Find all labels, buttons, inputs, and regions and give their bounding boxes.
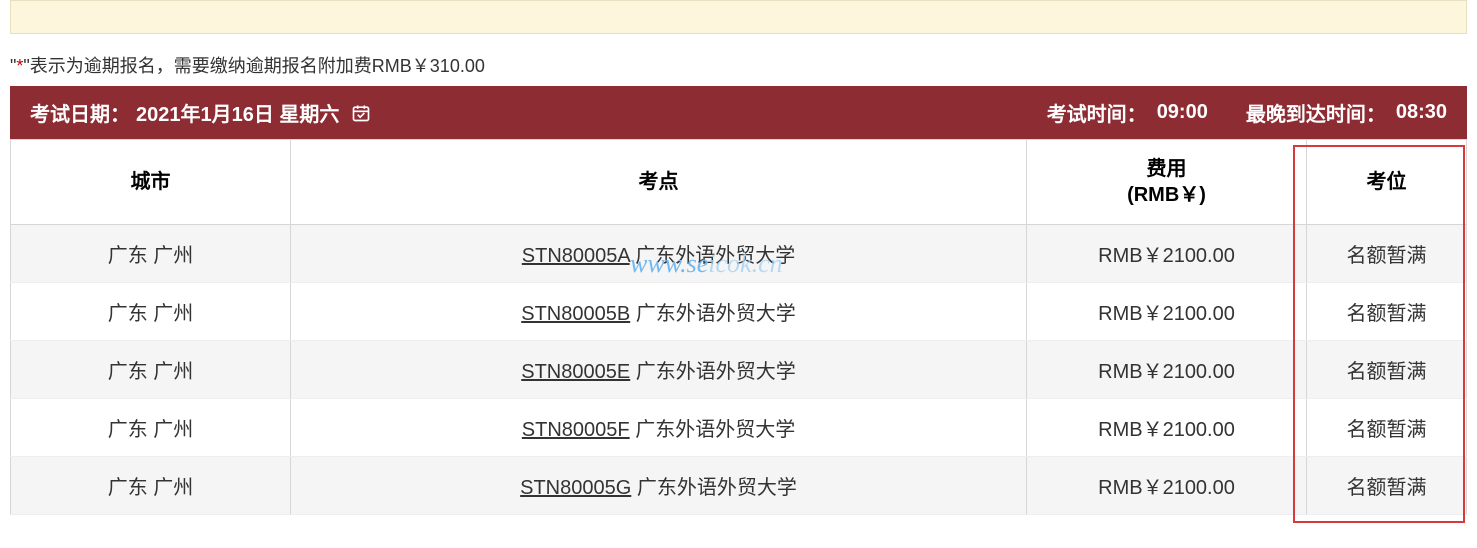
site-name: 广东外语外贸大学: [630, 361, 796, 383]
cell-fee: RMB￥2100.00: [1027, 341, 1307, 399]
cell-fee: RMB￥2100.00: [1027, 457, 1307, 515]
cell-site: STN80005G 广东外语外贸大学: [291, 457, 1027, 515]
cell-seat: 名额暂满: [1307, 283, 1467, 341]
cell-site: STN80005A 广东外语外贸大学: [291, 225, 1027, 283]
cell-site: STN80005F 广东外语外贸大学: [291, 399, 1027, 457]
exam-time-label: 考试时间：: [1047, 98, 1147, 127]
fee-label-line1: 费用: [1147, 158, 1187, 180]
table-row: 广东 广州STN80005G 广东外语外贸大学RMB￥2100.00名额暂满: [11, 457, 1467, 515]
site-code-link[interactable]: STN80005E: [521, 361, 630, 383]
cell-site: STN80005B 广东外语外贸大学: [291, 283, 1027, 341]
cell-fee: RMB￥2100.00: [1027, 225, 1307, 283]
site-name: 广东外语外贸大学: [630, 419, 796, 441]
cell-city: 广东 广州: [11, 457, 291, 515]
cell-fee: RMB￥2100.00: [1027, 283, 1307, 341]
late-fee-text: "表示为逾期报名，需要缴纳逾期报名附加费RMB￥310.00: [23, 56, 484, 76]
site-code-link[interactable]: STN80005F: [522, 419, 630, 441]
cell-seat: 名额暂满: [1307, 341, 1467, 399]
table-row: 广东 广州STN80005A 广东外语外贸大学RMB￥2100.00名额暂满: [11, 225, 1467, 283]
exam-time-value: 09:00: [1157, 101, 1208, 124]
cell-city: 广东 广州: [11, 283, 291, 341]
table-wrapper: 城市 考点 费用 (RMB￥) 考位 广东 广州STN80005A 广东外语外贸…: [10, 139, 1467, 515]
site-code-link[interactable]: STN80005A: [522, 245, 630, 267]
arrive-time-label: 最晚到达时间：: [1246, 98, 1386, 127]
cell-seat: 名额暂满: [1307, 225, 1467, 283]
exam-date-label: 考试日期：: [30, 98, 130, 127]
fee-label-line2: (RMB￥): [1127, 184, 1206, 206]
col-header-fee: 费用 (RMB￥): [1027, 140, 1307, 225]
notice-banner: [10, 0, 1467, 34]
col-header-site: 考点: [291, 140, 1027, 225]
cell-seat: 名额暂满: [1307, 399, 1467, 457]
site-code-link[interactable]: STN80005B: [521, 303, 630, 325]
late-fee-note: "*"表示为逾期报名，需要缴纳逾期报名附加费RMB￥310.00: [10, 52, 1467, 78]
cell-city: 广东 广州: [11, 399, 291, 457]
site-name: 广东外语外贸大学: [630, 245, 796, 267]
site-name: 广东外语外贸大学: [630, 303, 796, 325]
col-header-city: 城市: [11, 140, 291, 225]
exam-sites-table: 城市 考点 费用 (RMB￥) 考位 广东 广州STN80005A 广东外语外贸…: [10, 139, 1467, 515]
cell-seat: 名额暂满: [1307, 457, 1467, 515]
exam-header-bar: 考试日期： 2021年1月16日 星期六 考试时间： 09:00 最晚到达时间：…: [10, 86, 1467, 139]
site-name: 广东外语外贸大学: [631, 477, 797, 499]
table-header-row: 城市 考点 费用 (RMB￥) 考位: [11, 140, 1467, 225]
arrive-time-value: 08:30: [1396, 101, 1447, 124]
cell-site: STN80005E 广东外语外贸大学: [291, 341, 1027, 399]
table-row: 广东 广州STN80005F 广东外语外贸大学RMB￥2100.00名额暂满: [11, 399, 1467, 457]
calendar-icon[interactable]: [351, 103, 371, 123]
header-right: 考试时间： 09:00 最晚到达时间： 08:30: [1047, 98, 1447, 127]
header-left: 考试日期： 2021年1月16日 星期六: [30, 98, 371, 127]
site-code-link[interactable]: STN80005G: [520, 477, 631, 499]
cell-city: 广东 广州: [11, 341, 291, 399]
cell-fee: RMB￥2100.00: [1027, 399, 1307, 457]
table-row: 广东 广州STN80005B 广东外语外贸大学RMB￥2100.00名额暂满: [11, 283, 1467, 341]
table-row: 广东 广州STN80005E 广东外语外贸大学RMB￥2100.00名额暂满: [11, 341, 1467, 399]
exam-date-value: 2021年1月16日 星期六: [136, 98, 339, 127]
col-header-seat: 考位: [1307, 140, 1467, 225]
cell-city: 广东 广州: [11, 225, 291, 283]
